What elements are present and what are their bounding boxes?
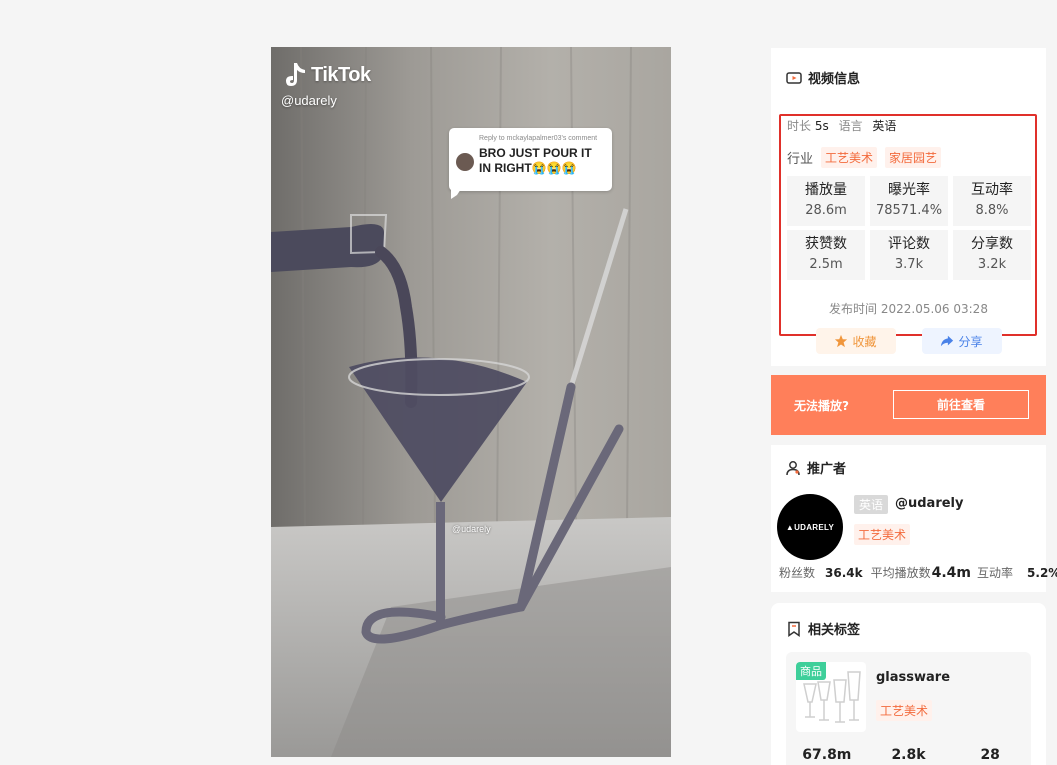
go-view-button[interactable]: 前往查看 — [893, 390, 1029, 419]
related-tags-title: 相关标签 — [786, 619, 860, 638]
related-tag-stat: 2.8k — [891, 747, 926, 763]
share-icon — [941, 335, 954, 347]
duration-value: 5s — [814, 119, 829, 133]
stat-engagement-rate: 互动率 8.8% — [953, 176, 1031, 226]
related-tag-category: 工艺美术 — [876, 700, 933, 721]
video-info-title: 视频信息 — [786, 68, 860, 87]
engagement-value: 5.2% — [1027, 566, 1057, 580]
video-author-handle: @udarely — [281, 93, 337, 108]
industry-label: 行业 — [787, 152, 814, 167]
commenter-avatar — [456, 153, 474, 171]
tiktok-logo: TikTok — [283, 61, 371, 89]
promoter-language-badge: 英语 — [854, 495, 889, 514]
stat-exposure-rate: 曝光率 78571.4% — [870, 176, 948, 226]
stat-label: 分享数 — [971, 236, 1013, 252]
bookmark-icon — [788, 621, 800, 637]
industry-tag-home-garden[interactable]: 家居园艺 — [885, 147, 942, 168]
stat-comments: 评论数 3.7k — [870, 230, 948, 280]
avg-plays-label: 平均播放数 — [870, 566, 931, 580]
video-player[interactable]: TikTok @udarely Reply to mckaylapalmer03… — [271, 47, 671, 757]
promoter-title-text: 推广者 — [807, 462, 847, 477]
action-buttons: 收藏 分享 — [771, 328, 1046, 354]
promoter-avatar[interactable]: ▲UDARELY — [777, 494, 843, 560]
stat-value: 3.2k — [977, 257, 1007, 272]
star-icon — [835, 334, 848, 348]
reply-comment-bubble: Reply to mckaylapalmer03's comment BRO J… — [449, 128, 612, 199]
publish-time: 发布时间 2022.05.06 03:28 — [829, 302, 988, 316]
avg-plays-value: 4.4m — [931, 565, 972, 581]
stat-value: 3.7k — [894, 257, 924, 272]
related-tag-name[interactable]: glassware — [876, 670, 950, 685]
stat-label: 评论数 — [888, 236, 930, 252]
stat-shares: 分享数 3.2k — [953, 230, 1031, 280]
product-badge: 商品 — [796, 662, 826, 680]
promoter-handle[interactable]: @udarely — [895, 496, 964, 511]
video-icon — [786, 71, 802, 84]
stat-plays: 播放量 28.6m — [787, 176, 865, 226]
tiktok-brand-text: TikTok — [311, 63, 371, 86]
stat-value: 28.6m — [805, 203, 847, 218]
language-label: 语言 — [838, 119, 863, 133]
stat-label: 播放量 — [805, 182, 847, 198]
stat-label: 互动率 — [971, 182, 1013, 198]
share-button[interactable]: 分享 — [921, 328, 1002, 354]
stat-value: 2.5m — [809, 257, 843, 272]
video-info-card: 视频信息 时长 5s 语言 英语 行业 工艺美术 家居园艺 播放量 28.6m … — [771, 48, 1046, 366]
stat-likes: 获赞数 2.5m — [787, 230, 865, 280]
engagement-label: 互动率 — [977, 566, 1014, 580]
stat-label: 获赞数 — [805, 236, 847, 252]
related-tags-card: 相关标签 商品 glassware 工艺美术 67.8m 2.8k 28 — [771, 603, 1046, 765]
promoter-card: 推广者 ▲UDARELY 英语 @udarely 工艺美术 粉丝数 36.4k … — [771, 445, 1057, 592]
related-tag-stats: 67.8m 2.8k 28 — [786, 747, 1031, 763]
followers-value: 36.4k — [825, 566, 863, 580]
language-value: 英语 — [872, 119, 897, 133]
stat-label: 曝光率 — [888, 182, 930, 198]
duration-label: 时长 — [787, 119, 812, 133]
favorite-button[interactable]: 收藏 — [815, 328, 896, 354]
promoter-category-tag[interactable]: 工艺美术 — [854, 524, 911, 545]
related-tag-item[interactable]: 商品 glassware 工艺美术 67.8m 2.8k 28 — [786, 652, 1031, 765]
related-tag-stat: 67.8m — [802, 747, 852, 763]
cannot-play-banner: 无法播放? 前往查看 — [771, 375, 1046, 435]
industry-row: 行业 工艺美术 家居园艺 — [787, 147, 1029, 168]
comment-text: BRO JUST POUR IT IN RIGHT😭😭😭 — [479, 146, 592, 175]
promoter-stats: 粉丝数 36.4k 平均播放数 4.4m 互动率 5.2% — [779, 564, 1057, 581]
favorite-label: 收藏 — [852, 334, 877, 349]
video-info-title-text: 视频信息 — [808, 72, 861, 87]
cannot-play-text: 无法播放? — [794, 399, 849, 413]
share-label: 分享 — [958, 334, 983, 349]
tiktok-note-icon — [286, 63, 305, 86]
followers-label: 粉丝数 — [779, 566, 816, 580]
reply-to-text: Reply to mckaylapalmer03's comment — [479, 135, 598, 142]
video-stats-grid: 播放量 28.6m 曝光率 78571.4% 互动率 8.8% 获赞数 2.5m… — [787, 176, 1031, 280]
product-image: 商品 — [796, 662, 866, 732]
promoter-title: 推广者 — [785, 458, 846, 477]
user-icon — [786, 460, 800, 475]
related-tag-stat: 28 — [980, 747, 1000, 763]
stat-value: 8.8% — [975, 203, 1009, 218]
video-watermark: @udarely — [452, 524, 491, 534]
industry-tag-crafts[interactable]: 工艺美术 — [821, 147, 878, 168]
stat-value: 78571.4% — [875, 203, 943, 218]
duration-language-row: 时长 5s 语言 英语 — [787, 117, 1029, 135]
related-tags-title-text: 相关标签 — [808, 623, 861, 638]
